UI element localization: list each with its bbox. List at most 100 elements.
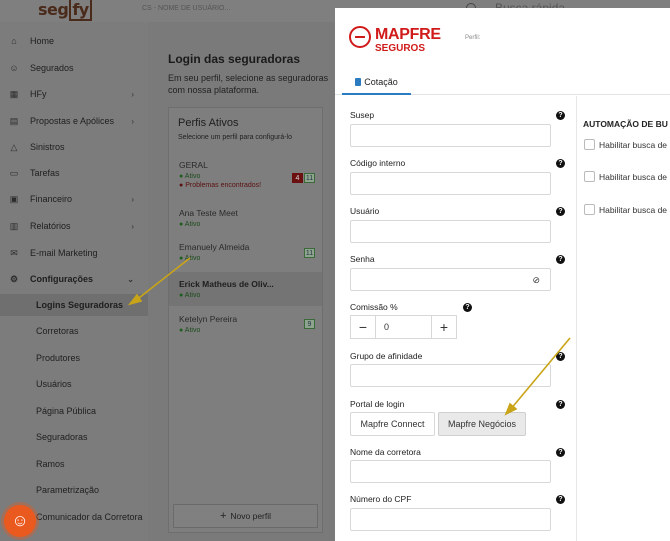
help-icon[interactable]: ? <box>463 303 472 312</box>
sidebar-item-hfy[interactable]: ▦ HFy › <box>0 83 148 105</box>
profile-name: Ketelyn Pereira <box>179 314 238 324</box>
automation-checkbox[interactable] <box>584 171 595 182</box>
chevron-right-icon: › <box>131 116 134 126</box>
help-icon[interactable]: ? <box>556 111 565 120</box>
profiles-subtitle: Selecione um perfil para configurá-lo <box>178 134 293 141</box>
help-icon[interactable]: ? <box>556 207 565 216</box>
document-icon: ▤ <box>9 115 19 126</box>
portal-mapfre-negocios-button[interactable]: Mapfre Negócios <box>438 412 526 436</box>
profile-item[interactable]: Ana Teste Meet ● Ativo <box>169 208 322 228</box>
mapfre-emblem-icon <box>349 26 371 48</box>
profile-status: ● Ativo <box>179 327 201 334</box>
profile-status: ● Ativo <box>179 255 201 262</box>
sidebar-subitem-parametrizacao[interactable]: Parametrização <box>0 479 148 501</box>
sidebar-subitem-ramos[interactable]: Ramos <box>0 453 148 475</box>
chevron-down-icon: ⌄ <box>127 274 134 284</box>
codigo-interno-field[interactable] <box>350 172 551 195</box>
profile-item[interactable]: Ketelyn Pereira ● Ativo <box>169 314 322 334</box>
sidebar-item-label: Home <box>30 36 55 46</box>
sidebar-item-label: Relatórios <box>30 221 71 231</box>
profile-item-selected[interactable]: Erick Matheus de Oliv... ● Ativo <box>169 272 322 306</box>
profile-status: ● Ativo <box>179 221 201 228</box>
sidebar-item-financeiro[interactable]: ▣ Financeiro › <box>0 188 148 210</box>
warning-icon: △ <box>10 141 18 152</box>
users-icon: ☺ <box>9 63 19 73</box>
car-icon: ▭ <box>9 167 19 178</box>
count-badge: 11 <box>304 173 315 183</box>
page-title: Login das seguradoras <box>168 52 301 66</box>
sidebar-item-sinistros[interactable]: △ Sinistros <box>0 136 148 158</box>
sidebar-item-propostas[interactable]: ▤ Propostas e Apólices › <box>0 110 148 132</box>
brand-subtitle: SEGUROS <box>375 43 426 54</box>
sidebar-item-relatorios[interactable]: ▥ Relatórios › <box>0 215 148 237</box>
help-icon[interactable]: ? <box>556 495 565 504</box>
tab-label: Cotação <box>364 76 398 87</box>
sidebar-item-label: Tarefas <box>30 168 60 178</box>
profile-status-label: Ativo <box>184 173 201 180</box>
chat-support-button[interactable]: ☺ <box>4 505 36 537</box>
decrement-button[interactable]: − <box>351 316 375 338</box>
chart-icon: ▥ <box>9 220 19 231</box>
plus-icon: + <box>219 510 227 522</box>
profiles-panel: Perfis Ativos Selecione um perfil para c… <box>168 107 323 533</box>
cpf-label: Número do CPF <box>350 494 412 504</box>
portal-login-label: Portal de login <box>350 399 405 409</box>
login-form: Susep ? Código interno ? Usuário ? Senha… <box>335 96 577 541</box>
chevron-right-icon: › <box>131 89 134 99</box>
increment-button[interactable]: + <box>432 316 456 338</box>
help-icon[interactable]: ? <box>556 352 565 361</box>
sidebar-item-label: Financeiro <box>30 194 73 204</box>
senha-field[interactable]: ⊘ <box>350 268 551 291</box>
automation-checkbox[interactable] <box>584 204 595 215</box>
susep-field[interactable] <box>350 124 551 147</box>
segfy-logo[interactable]: seg fy <box>38 0 92 21</box>
profile-problem-label: Problemas encontrados! <box>185 182 262 189</box>
profile-status-label: Ativo <box>184 255 201 262</box>
sidebar-subitem-seguradoras[interactable]: Seguradoras <box>0 426 148 448</box>
comissao-input[interactable]: 0 <box>375 316 432 338</box>
help-icon[interactable]: ? <box>556 159 565 168</box>
help-icon[interactable]: ? <box>556 448 565 457</box>
profiles-title: Perfis Ativos <box>178 117 239 129</box>
sidebar-subitem-usuarios[interactable]: Usuários <box>0 373 148 395</box>
sidebar-item-tarefas[interactable]: ▭ Tarefas <box>0 162 148 184</box>
sidebar-subitem-corretoras[interactable]: Corretoras <box>0 320 148 342</box>
user-name[interactable]: CS - NOME DE USUÁRIO... <box>142 5 230 12</box>
cpf-field[interactable] <box>350 508 551 531</box>
sidebar-subitem-pagina-publica[interactable]: Página Pública <box>0 400 148 422</box>
chevron-right-icon: › <box>131 194 134 204</box>
tab-bar: Cotação <box>335 70 670 95</box>
sidebar-item-email-marketing[interactable]: ✉ E-mail Marketing <box>0 242 148 264</box>
grupo-afinidade-field[interactable] <box>350 364 551 387</box>
new-profile-button[interactable]: + Novo perfil <box>173 504 318 528</box>
sidebar-subitem-produtores[interactable]: Produtores <box>0 347 148 369</box>
logo-text-b: fy <box>69 0 92 21</box>
sidebar-item-label: Sinistros <box>30 142 65 152</box>
profile-status: ● Ativo <box>179 292 201 299</box>
sidebar-item-home[interactable]: ⌂ Home <box>0 30 148 52</box>
money-icon: ▣ <box>9 193 19 204</box>
help-icon[interactable]: ? <box>556 400 565 409</box>
usuario-field[interactable] <box>350 220 551 243</box>
profile-name: GERAL <box>179 160 208 170</box>
insurer-config-modal: MAPFRE SEGUROS Perfil: Cotação Susep ? C… <box>335 8 670 541</box>
sidebar-item-configuracoes[interactable]: ⚙ Configurações ⌄ <box>0 268 148 290</box>
automation-checkbox-label: Habilitar busca de <box>599 140 668 150</box>
new-profile-label: Novo perfil <box>230 511 272 521</box>
senha-label: Senha <box>350 254 375 264</box>
automation-title: AUTOMAÇÃO DE BU <box>583 119 668 129</box>
profile-name: Emanuely Almeida <box>179 242 250 252</box>
portal-mapfre-connect-button[interactable]: Mapfre Connect <box>350 412 435 436</box>
profile-name: Erick Matheus de Oliv... <box>179 279 274 289</box>
automation-checkbox[interactable] <box>584 139 595 150</box>
eye-slash-icon[interactable]: ⊘ <box>532 275 540 286</box>
profile-item[interactable]: Emanuely Almeida ● Ativo <box>169 242 322 262</box>
nome-corretora-field[interactable] <box>350 460 551 483</box>
sidebar-item-segurados[interactable]: ☺ Segurados <box>0 57 148 79</box>
help-icon[interactable]: ? <box>556 255 565 264</box>
sidebar-item-label: Configurações <box>30 274 94 284</box>
sidebar-item-label: Propostas e Apólices <box>30 116 115 126</box>
tab-cotacao[interactable]: Cotação <box>342 70 411 95</box>
chevron-right-icon: › <box>131 221 134 231</box>
sidebar-subitem-logins-seguradoras[interactable]: Logins Seguradoras <box>0 294 148 316</box>
